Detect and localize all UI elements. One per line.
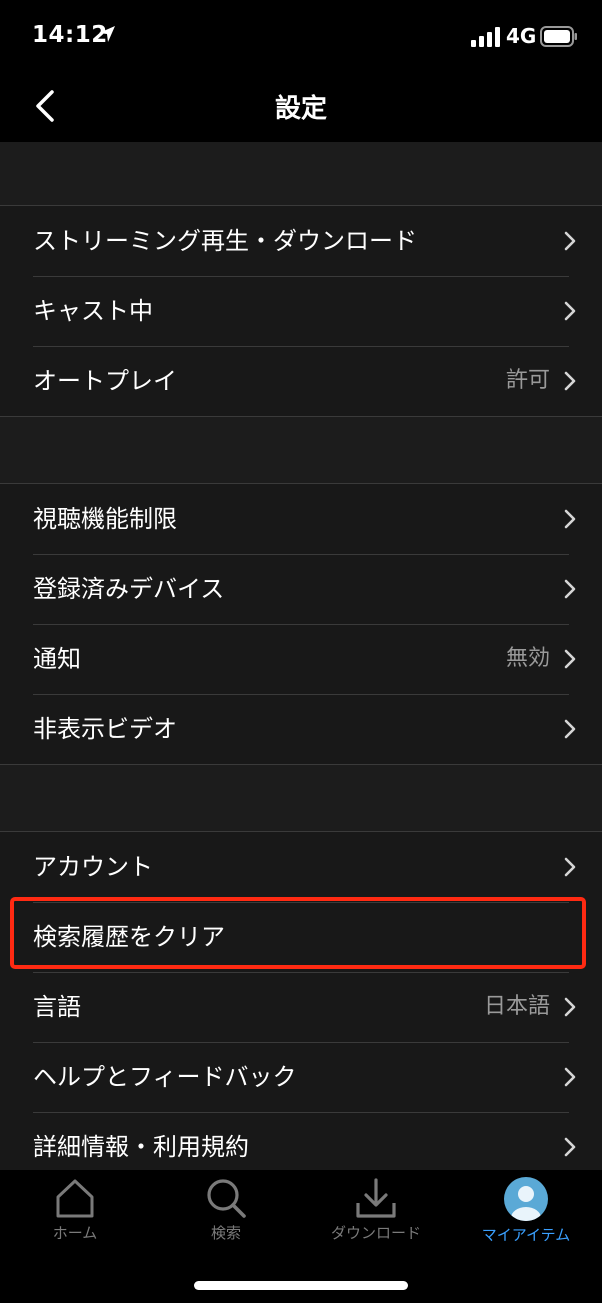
row-label: 詳細情報・利用規約	[33, 1133, 249, 1161]
row-label: キャスト中	[33, 297, 153, 325]
row-label: 言語	[33, 993, 81, 1021]
chevron-right-icon	[564, 649, 576, 669]
tab-search[interactable]: 検索	[151, 1176, 301, 1256]
chevron-right-icon	[564, 579, 576, 599]
settings-row-notifications[interactable]: 通知 無効	[0, 624, 602, 694]
settings-group-restrictions: 視聴機能制限 登録済みデバイス 通知 無効 非表示ビデオ	[0, 483, 602, 765]
settings-row-clear-search-history[interactable]: 検索履歴をクリア	[0, 902, 602, 972]
location-arrow-icon	[99, 26, 115, 42]
profile-avatar-icon	[504, 1177, 548, 1221]
settings-row-autoplay[interactable]: オートプレイ 許可	[0, 346, 602, 416]
row-label: ストリーミング再生・ダウンロード	[33, 227, 417, 255]
chevron-right-icon	[564, 231, 576, 251]
chevron-right-icon	[564, 509, 576, 529]
chevron-right-icon	[564, 1067, 576, 1087]
chevron-right-icon	[564, 301, 576, 321]
home-indicator	[194, 1281, 408, 1290]
row-label: アカウント	[33, 853, 153, 881]
row-label: 視聴機能制限	[33, 505, 177, 533]
chevron-right-icon	[564, 1137, 576, 1157]
battery-icon	[540, 26, 577, 47]
row-label: オートプレイ	[33, 367, 177, 395]
settings-row-registered-devices[interactable]: 登録済みデバイス	[0, 554, 602, 624]
page-title: 設定	[274, 94, 327, 124]
network-type: 4G	[506, 24, 537, 48]
settings-row-casting[interactable]: キャスト中	[0, 276, 602, 346]
settings-row-language[interactable]: 言語 日本語	[0, 972, 602, 1042]
settings-row-hidden-videos[interactable]: 非表示ビデオ	[0, 694, 602, 764]
settings-row-account[interactable]: アカウント	[0, 832, 602, 902]
settings-group-account: アカウント 検索履歴をクリア 言語 日本語 ヘルプとフィードバック 詳細情報・利…	[0, 831, 602, 1170]
tab-home[interactable]: ホーム	[0, 1176, 150, 1256]
settings-row-streaming-download[interactable]: ストリーミング再生・ダウンロード	[0, 206, 602, 276]
chevron-right-icon	[564, 719, 576, 739]
download-icon	[356, 1178, 396, 1218]
tab-label: マイアイテム	[481, 1226, 571, 1244]
tab-label: 検索	[210, 1224, 241, 1242]
navigation-bar: 設定	[0, 72, 602, 142]
cellular-signal-icon	[471, 27, 500, 47]
home-icon	[56, 1179, 94, 1218]
settings-row-parental-controls[interactable]: 視聴機能制限	[0, 484, 602, 554]
settings-row-help-feedback[interactable]: ヘルプとフィードバック	[0, 1042, 602, 1112]
chevron-right-icon	[564, 997, 576, 1017]
language-value: 日本語	[483, 994, 550, 1019]
settings-group-playback: ストリーミング再生・ダウンロード キャスト中 オートプレイ 許可	[0, 205, 602, 417]
tab-label: ホーム	[52, 1224, 98, 1242]
chevron-right-icon	[564, 857, 576, 877]
row-label: 非表示ビデオ	[33, 715, 177, 743]
autoplay-value: 許可	[505, 368, 550, 393]
tab-my-items[interactable]: マイアイテム	[451, 1176, 601, 1256]
search-icon	[207, 1179, 246, 1218]
row-label: 検索履歴をクリア	[33, 923, 225, 951]
chevron-right-icon	[564, 371, 576, 391]
settings-row-about-terms[interactable]: 詳細情報・利用規約	[0, 1112, 602, 1170]
tab-label: ダウンロード	[330, 1224, 421, 1242]
row-label: ヘルプとフィードバック	[33, 1063, 297, 1091]
row-label: 通知	[33, 645, 81, 673]
row-label: 登録済みデバイス	[33, 575, 225, 603]
settings-list[interactable]: ストリーミング再生・ダウンロード キャスト中 オートプレイ 許可 視聴機能制限 …	[0, 142, 602, 1170]
notifications-value: 無効	[505, 646, 550, 671]
status-bar: 14:12 4G	[0, 0, 602, 72]
tab-downloads[interactable]: ダウンロード	[301, 1176, 451, 1256]
